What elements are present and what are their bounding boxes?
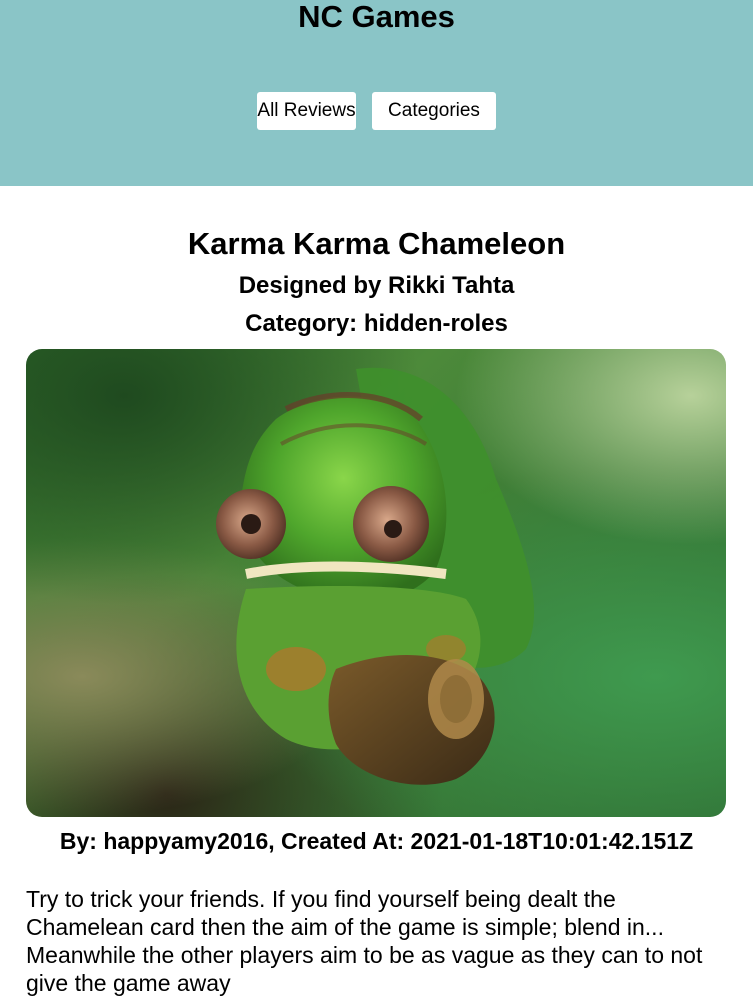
review-title: Karma Karma Chameleon [187,226,566,261]
review-byline: By: happyamy2016, Created At: 2021-01-18… [59,828,694,854]
site-title: NC Games [298,0,455,34]
review-designer: Designed by Rikki Tahta [238,272,515,299]
chameleon-illustration [216,367,535,785]
main-nav: All Reviews Categories [0,92,753,130]
categories-button[interactable]: Categories [372,92,496,130]
review-image [26,349,726,817]
review-body: Try to trick your friends. If you find y… [26,886,703,996]
review-category: Category: hidden-roles [245,310,508,337]
site-header: NC Games All Reviews Categories [0,0,753,186]
all-reviews-button[interactable]: All Reviews [257,92,356,130]
